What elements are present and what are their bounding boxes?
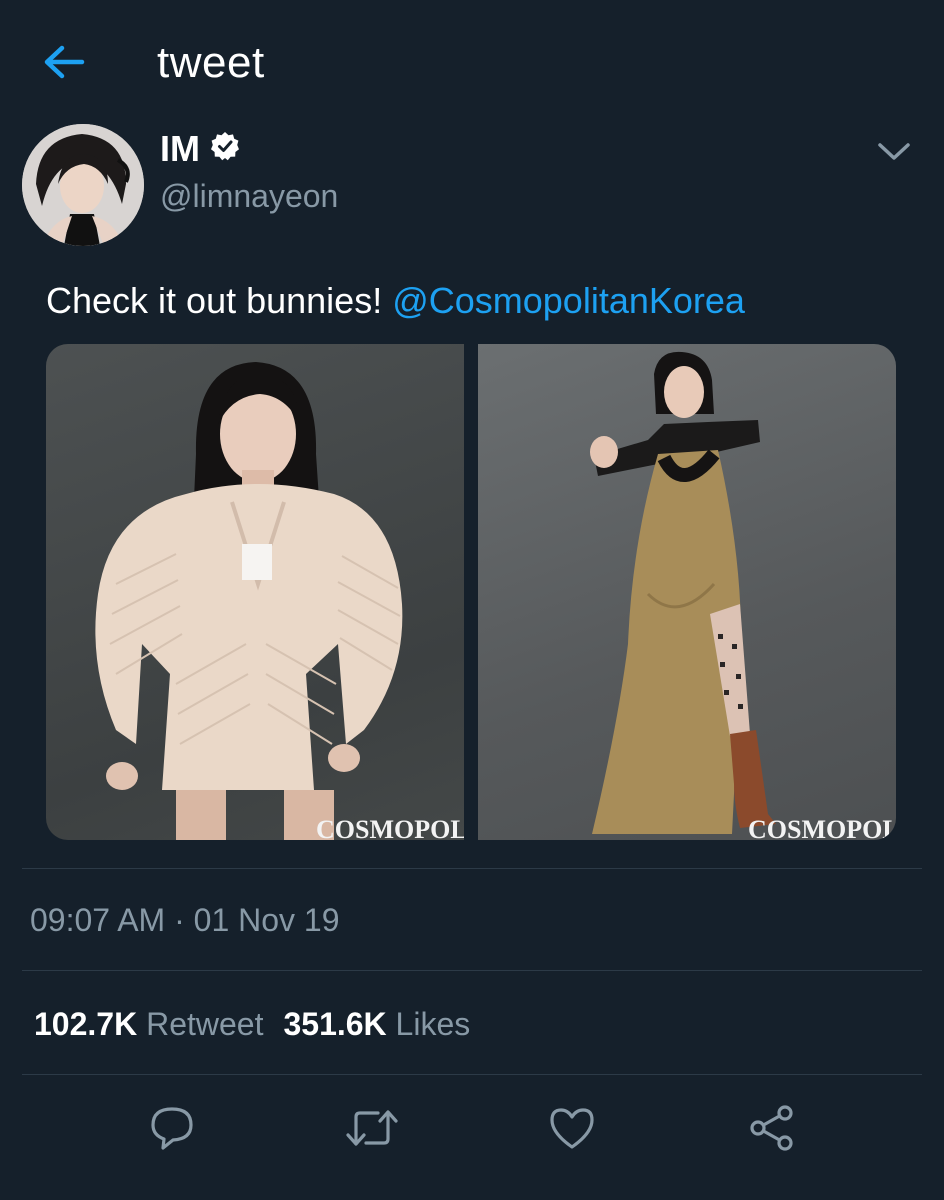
arrow-left-icon <box>42 44 86 85</box>
share-button[interactable] <box>742 1098 802 1162</box>
retweet-icon <box>344 1103 400 1158</box>
watermark-text: COSMOPOLITAN <box>748 815 896 840</box>
top-bar: tweet <box>0 0 944 120</box>
author-display-name: IM <box>160 128 200 169</box>
share-icon <box>746 1102 798 1159</box>
likes-stat[interactable]: 351.6K Likes <box>283 1006 470 1043</box>
avatar[interactable] <box>22 124 144 246</box>
more-options-button[interactable] <box>870 134 918 174</box>
tweet-text: Check it out bunnies! @CosmopolitanKorea <box>46 280 745 322</box>
action-bar <box>0 1098 944 1168</box>
likes-label: Likes <box>395 1006 471 1042</box>
media-grid: COSMOPOLITAN COSMOPOLITAN <box>46 344 896 840</box>
watermark-text: COSMOPOLITAN <box>316 815 464 840</box>
chevron-down-icon <box>876 141 912 168</box>
tweet-timestamp: 09:07 AM · 01 Nov 19 <box>30 902 340 938</box>
divider <box>22 1074 922 1075</box>
back-button[interactable] <box>40 42 88 86</box>
engagement-stats: 102.7K Retweet 351.6K Likes <box>34 1006 470 1043</box>
page-title: tweet <box>157 38 265 87</box>
retweets-stat[interactable]: 102.7K Retweet <box>34 1006 263 1043</box>
divider <box>22 970 922 971</box>
retweets-label: Retweet <box>146 1006 264 1042</box>
tweet-body: Check it out bunnies! <box>46 280 393 321</box>
retweet-button[interactable] <box>342 1098 402 1162</box>
like-icon <box>546 1103 598 1158</box>
retweets-count: 102.7K <box>34 1006 138 1042</box>
divider <box>22 868 922 869</box>
like-button[interactable] <box>542 1098 602 1162</box>
author-name[interactable]: IM <box>160 128 240 170</box>
mention-link[interactable]: @CosmopolitanKorea <box>392 280 745 321</box>
reply-button[interactable] <box>142 1098 202 1162</box>
tweet-photo-1[interactable]: COSMOPOLITAN <box>46 344 464 840</box>
tweet-photo-2[interactable]: COSMOPOLITAN <box>478 344 896 840</box>
likes-count: 351.6K <box>283 1006 387 1042</box>
verified-badge-icon <box>210 128 240 170</box>
reply-icon <box>147 1103 197 1158</box>
author-handle[interactable]: @limnayeon <box>160 178 338 215</box>
